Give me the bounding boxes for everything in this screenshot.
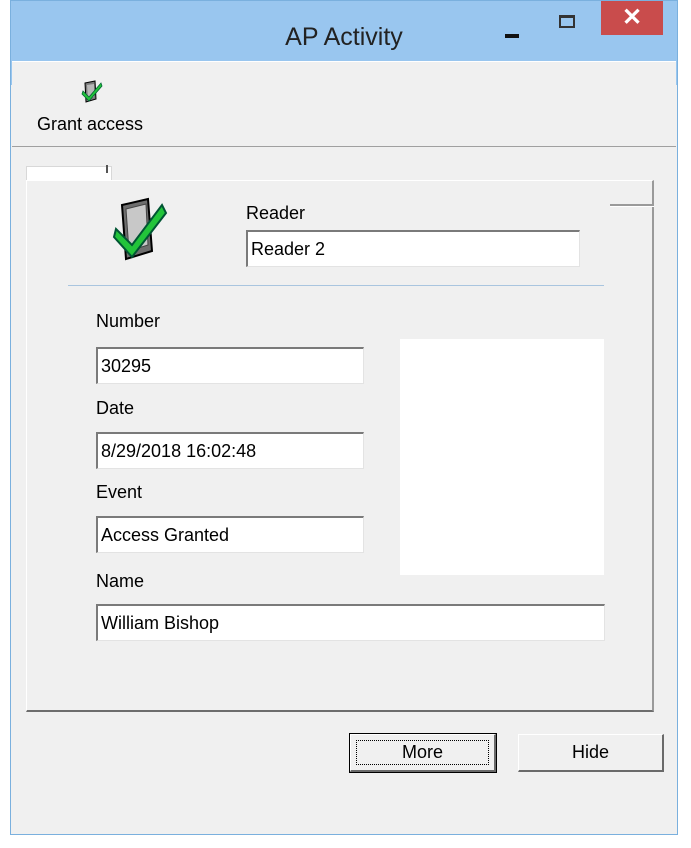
toolbar: Grant access: [12, 61, 676, 147]
date-field[interactable]: 8/29/2018 16:02:48: [96, 432, 364, 469]
maximize-icon: [559, 15, 575, 28]
tab-marker: [106, 165, 108, 173]
number-label: Number: [96, 311, 161, 331]
event-label: Event: [96, 482, 143, 502]
more-button[interactable]: More: [349, 733, 497, 773]
hide-button[interactable]: Hide: [518, 734, 664, 772]
tab-header[interactable]: [26, 166, 112, 181]
focus-rectangle: [356, 740, 489, 765]
photo-area: [400, 339, 604, 575]
grant-access-button[interactable]: Grant access: [20, 80, 160, 140]
reader-check-icon: [81, 80, 103, 103]
section-divider: [68, 285, 604, 286]
number-field[interactable]: 30295: [96, 347, 364, 384]
name-field[interactable]: William Bishop: [96, 604, 605, 641]
close-icon: ✕: [621, 4, 643, 31]
name-label: Name: [96, 571, 145, 591]
date-label: Date: [96, 398, 135, 418]
reader-label: Reader: [246, 203, 306, 223]
close-button[interactable]: ✕: [601, 1, 663, 35]
reader-granted-icon: [112, 197, 168, 261]
panel-notch-highlight: [610, 206, 654, 207]
minimize-button[interactable]: [485, 1, 541, 38]
maximize-button[interactable]: [541, 1, 597, 35]
hide-button-label: Hide: [571, 742, 610, 762]
event-field[interactable]: Access Granted: [96, 516, 364, 553]
minimize-icon: [505, 34, 519, 38]
reader-field[interactable]: Reader 2: [246, 230, 580, 267]
grant-access-label: Grant access: [36, 114, 144, 134]
